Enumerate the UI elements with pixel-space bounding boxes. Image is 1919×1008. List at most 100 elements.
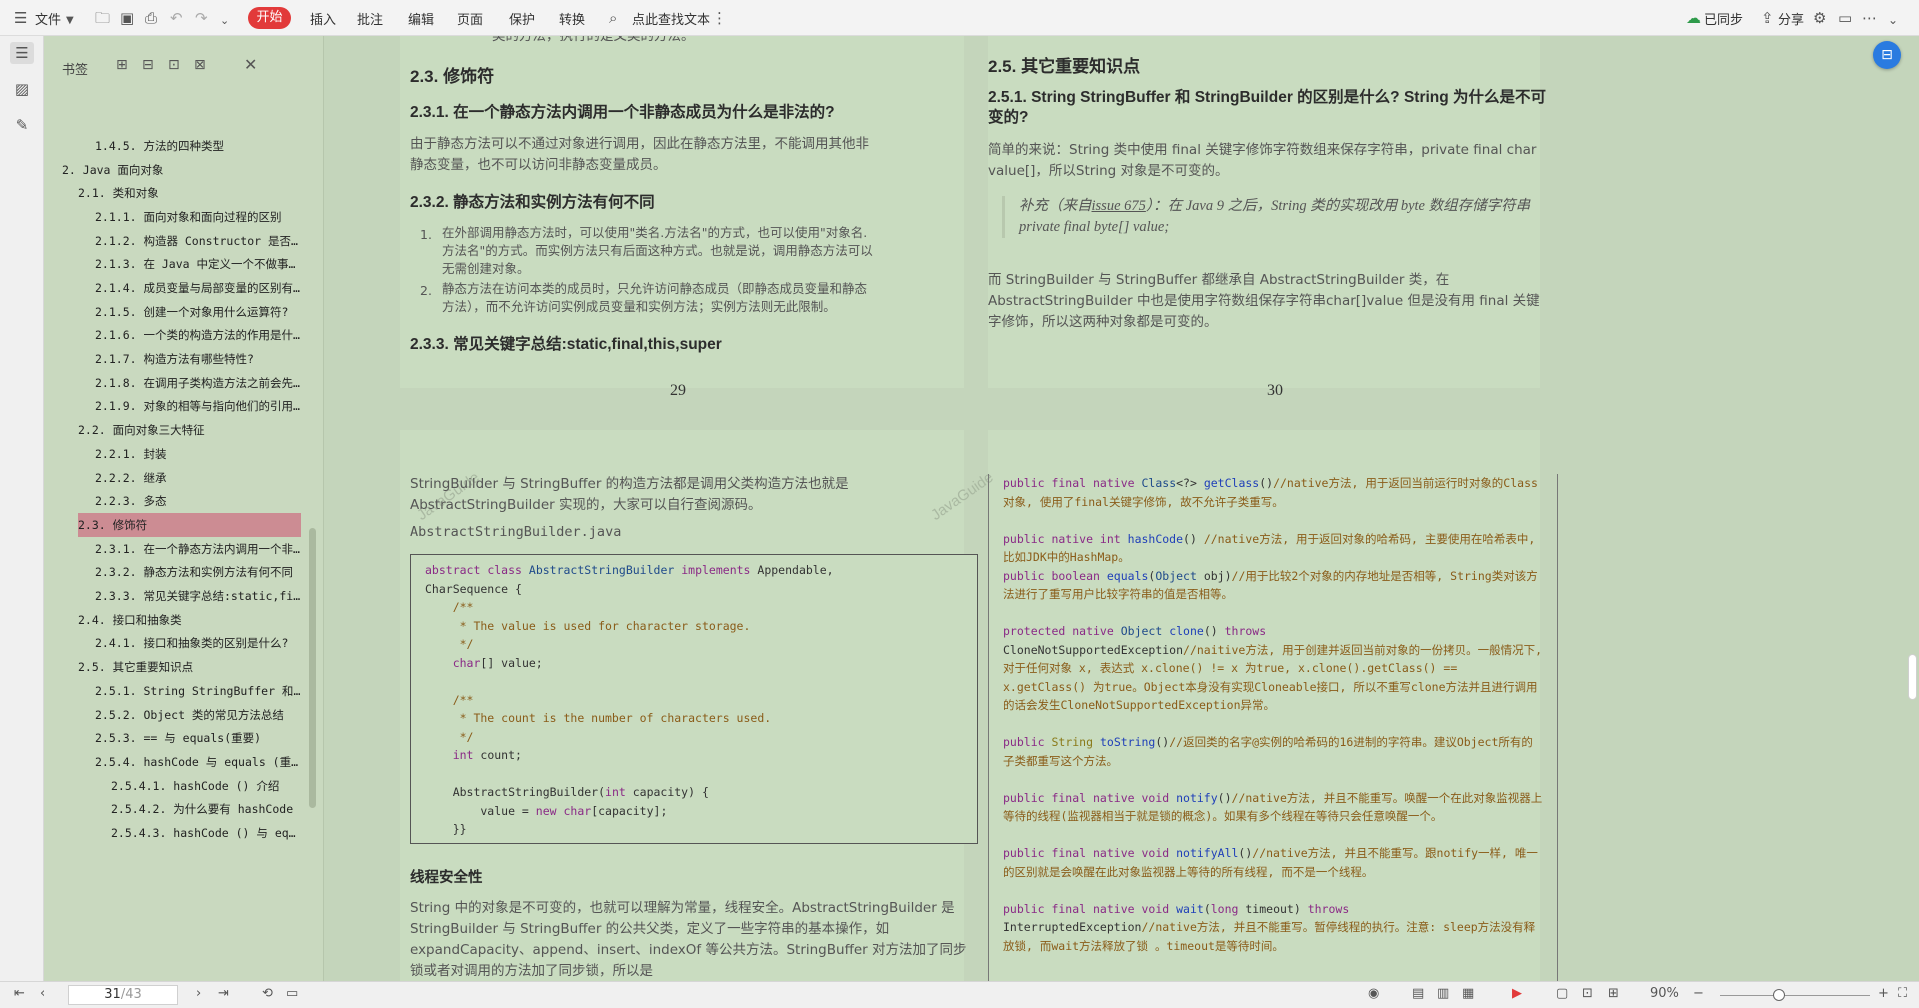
bookmark-item[interactable]: 2.2. 面向对象三大特征 [78,418,301,442]
bookmark-item[interactable]: 2.4. 接口和抽象类 [78,608,301,632]
tab-start[interactable]: 开始 [248,7,291,29]
more-vertical-icon[interactable]: ⋮ [712,9,727,27]
annotation-icon[interactable]: ✎ [10,114,34,136]
zoom-out-icon[interactable]: − [1693,986,1704,1001]
expand-all-icon[interactable]: ⊟ [142,57,154,73]
bookmark-item[interactable]: 2.1.2. 构造器 Constructor 是否可被 override? [95,229,301,253]
bookmark-item-selected[interactable]: 2.3. 修饰符 [78,513,301,537]
last-page-icon[interactable]: ⇥ [218,986,229,1001]
fullscreen-view-icon[interactable]: ⊞ [1608,986,1619,1001]
blockquote: 补充（来自issue 675）：在 Java 9 之后，String 类的实现改… [1002,196,1546,238]
view-mode-icon[interactable]: ▢ [1556,986,1568,1001]
collapse-all-icon[interactable]: ⊡ [168,57,180,73]
fit-page-icon[interactable]: ▭ [286,986,298,1001]
share-icon[interactable]: ⇪ [1761,9,1774,27]
bookmark-item[interactable]: 2.5.1. String StringBuffer 和 StringBuild… [95,679,301,703]
file-menu[interactable]: 文件 [35,9,61,28]
book-view-icon[interactable]: ▦ [1462,986,1474,1001]
collapse-ribbon-icon[interactable]: ⌄ [1888,11,1898,29]
zoom-level[interactable]: 90% [1650,986,1679,1001]
bookmark-item[interactable]: 2.5.4. hashCode 与 equals (重要) [95,750,301,774]
bookmark-item[interactable]: 2.5.4.2. 为什么要有 hashCode [111,797,301,821]
chevron-down-icon[interactable]: ▼ [66,12,74,30]
first-page-icon[interactable]: ⇤ [14,986,25,1001]
bookmark-item[interactable]: 1.4.5. 方法的四种类型 [95,134,301,158]
single-page-icon[interactable]: ▤ [1412,986,1424,1001]
bookmark-item[interactable]: 2.1.9. 对象的相等与指向他们的引用相等 [95,394,301,418]
print-icon[interactable]: ⎙ [145,9,157,27]
page-29: 类的方法，执行的是父类的方法。 2.3. 修饰符 2.3.1. 在一个静态方法内… [400,36,964,399]
document-scrollbar[interactable] [1907,36,1919,981]
tab-page[interactable]: 页面 [457,9,483,28]
page-total: /43 [120,987,142,1002]
bookmark-scrollbar-thumb[interactable] [309,528,316,808]
tab-edit[interactable]: 编辑 [408,9,434,28]
bookmark-item[interactable]: 2.1.6. 一个类的构造方法的作用是什么? [95,323,301,347]
bookmark-item[interactable]: 2.5.4.1. hashCode () 介绍 [111,774,301,798]
tab-insert[interactable]: 插入 [310,9,336,28]
comment-icon[interactable]: ▭ [1838,9,1852,27]
list-marker: 2. [420,283,432,298]
bookmark-item[interactable]: 2.5.3. == 与 equals(重要) [95,726,301,750]
search-icon[interactable]: ⌕ [609,9,617,27]
page-current[interactable]: 31 [104,987,121,1002]
zoom-in-icon[interactable]: + [1878,986,1889,1001]
search-text-input[interactable]: 点此查找文本 [632,9,710,28]
page-number: 29 [670,382,686,399]
bookmark-item[interactable]: 2.1.5. 创建一个对象用什么运算符? [95,300,301,324]
save-icon[interactable]: ▣ [120,9,134,27]
bookmark-options-icon[interactable]: ⊠ [194,57,206,73]
close-icon[interactable]: ✕ [244,55,257,74]
code-block: abstract class AbstractStringBuilder imp… [410,554,978,844]
add-bookmark-icon[interactable]: ⊞ [116,57,128,73]
settings-icon[interactable]: ⚙ [1813,9,1826,27]
open-folder-icon[interactable]: 🗀 [95,9,110,27]
bookmark-item[interactable]: 2.4.1. 接口和抽象类的区别是什么? [95,631,301,655]
zoom-slider-handle[interactable] [1773,989,1785,1001]
bookmark-panel-icon[interactable]: ☰ [10,42,34,64]
more-quick-icon[interactable]: ⌄ [220,12,229,30]
thumbnail-icon[interactable]: ▨ [10,78,34,100]
fit-width-icon[interactable]: ⊡ [1582,986,1593,1001]
bookmark-item[interactable]: 2.1. 类和对象 [78,181,301,205]
list-marker: 1. [420,227,432,242]
tab-convert[interactable]: 转换 [559,9,585,28]
bookmark-item[interactable]: 2.1.3. 在 Java 中定义一个不做事且没有参数的构造方法的作用 [95,252,301,276]
page-number-input[interactable]: 31/43 [68,985,178,1005]
bookmark-item[interactable]: 2.1.1. 面向对象和面向过程的区别 [95,205,301,229]
bookmark-item[interactable]: 2.3.2. 静态方法和实例方法有何不同 [95,560,301,584]
issue-link[interactable]: issue 675 [1092,198,1146,214]
more-horizontal-icon[interactable]: ⋯ [1862,9,1877,27]
bookmark-item[interactable]: 2.1.7. 构造方法有哪些特性? [95,347,301,371]
fullscreen-icon[interactable]: ⛶ [1898,986,1907,1001]
bookmark-item[interactable]: 2.2.3. 多态 [95,489,301,513]
bookmark-item[interactable]: 2.5. 其它重要知识点 [78,655,301,679]
play-icon[interactable]: ▶ [1512,986,1522,1001]
bookmark-item[interactable]: 2.2.1. 封装 [95,442,301,466]
sync-status[interactable]: 已同步 [1704,9,1743,28]
bookmark-item[interactable]: 2.1.4. 成员变量与局部变量的区别有哪些? [95,276,301,300]
bookmark-scrollbar[interactable] [306,98,318,968]
bookmark-item[interactable]: 2.3.3. 常见关键字总结:static,final,this,super [95,584,301,608]
eye-protect-icon[interactable]: ◉ [1368,986,1379,1001]
redo-icon[interactable]: ↷ [195,9,208,27]
tab-comment[interactable]: 批注 [357,9,383,28]
zoom-slider[interactable] [1720,995,1870,996]
undo-icon[interactable]: ↶ [170,9,183,27]
hamburger-menu-icon[interactable]: ☰ [14,9,27,27]
document-scrollbar-thumb[interactable] [1908,654,1917,700]
bookmark-item[interactable]: 2.3.1. 在一个静态方法内调用一个非静态成员 [95,537,301,561]
prev-page-icon[interactable]: ‹ [40,986,45,1001]
bookmark-item[interactable]: 2. Java 面向对象 [62,158,301,182]
bookmark-item[interactable]: 2.5.4.3. hashCode () 与 equals [111,821,301,845]
floating-tool-icon[interactable]: ⊟ [1873,41,1901,69]
next-page-icon[interactable]: › [196,986,201,1001]
bookmark-item[interactable]: 2.5.2. Object 类的常见方法总结 [95,703,301,727]
share-button[interactable]: 分享 [1778,9,1804,28]
bookmark-item[interactable]: 2.2.2. 继承 [95,466,301,490]
rotate-icon[interactable]: ⟲ [262,986,273,1001]
bookmark-item[interactable]: 2.1.8. 在调用子类构造方法之前会先调用父类 [95,371,301,395]
tab-protect[interactable]: 保护 [509,9,535,28]
list-item: 在外部调用静态方法时，可以使用"类名.方法名"的方式，也可以使用"对象名.方法名… [442,225,873,276]
double-page-icon[interactable]: ▥ [1437,986,1449,1001]
